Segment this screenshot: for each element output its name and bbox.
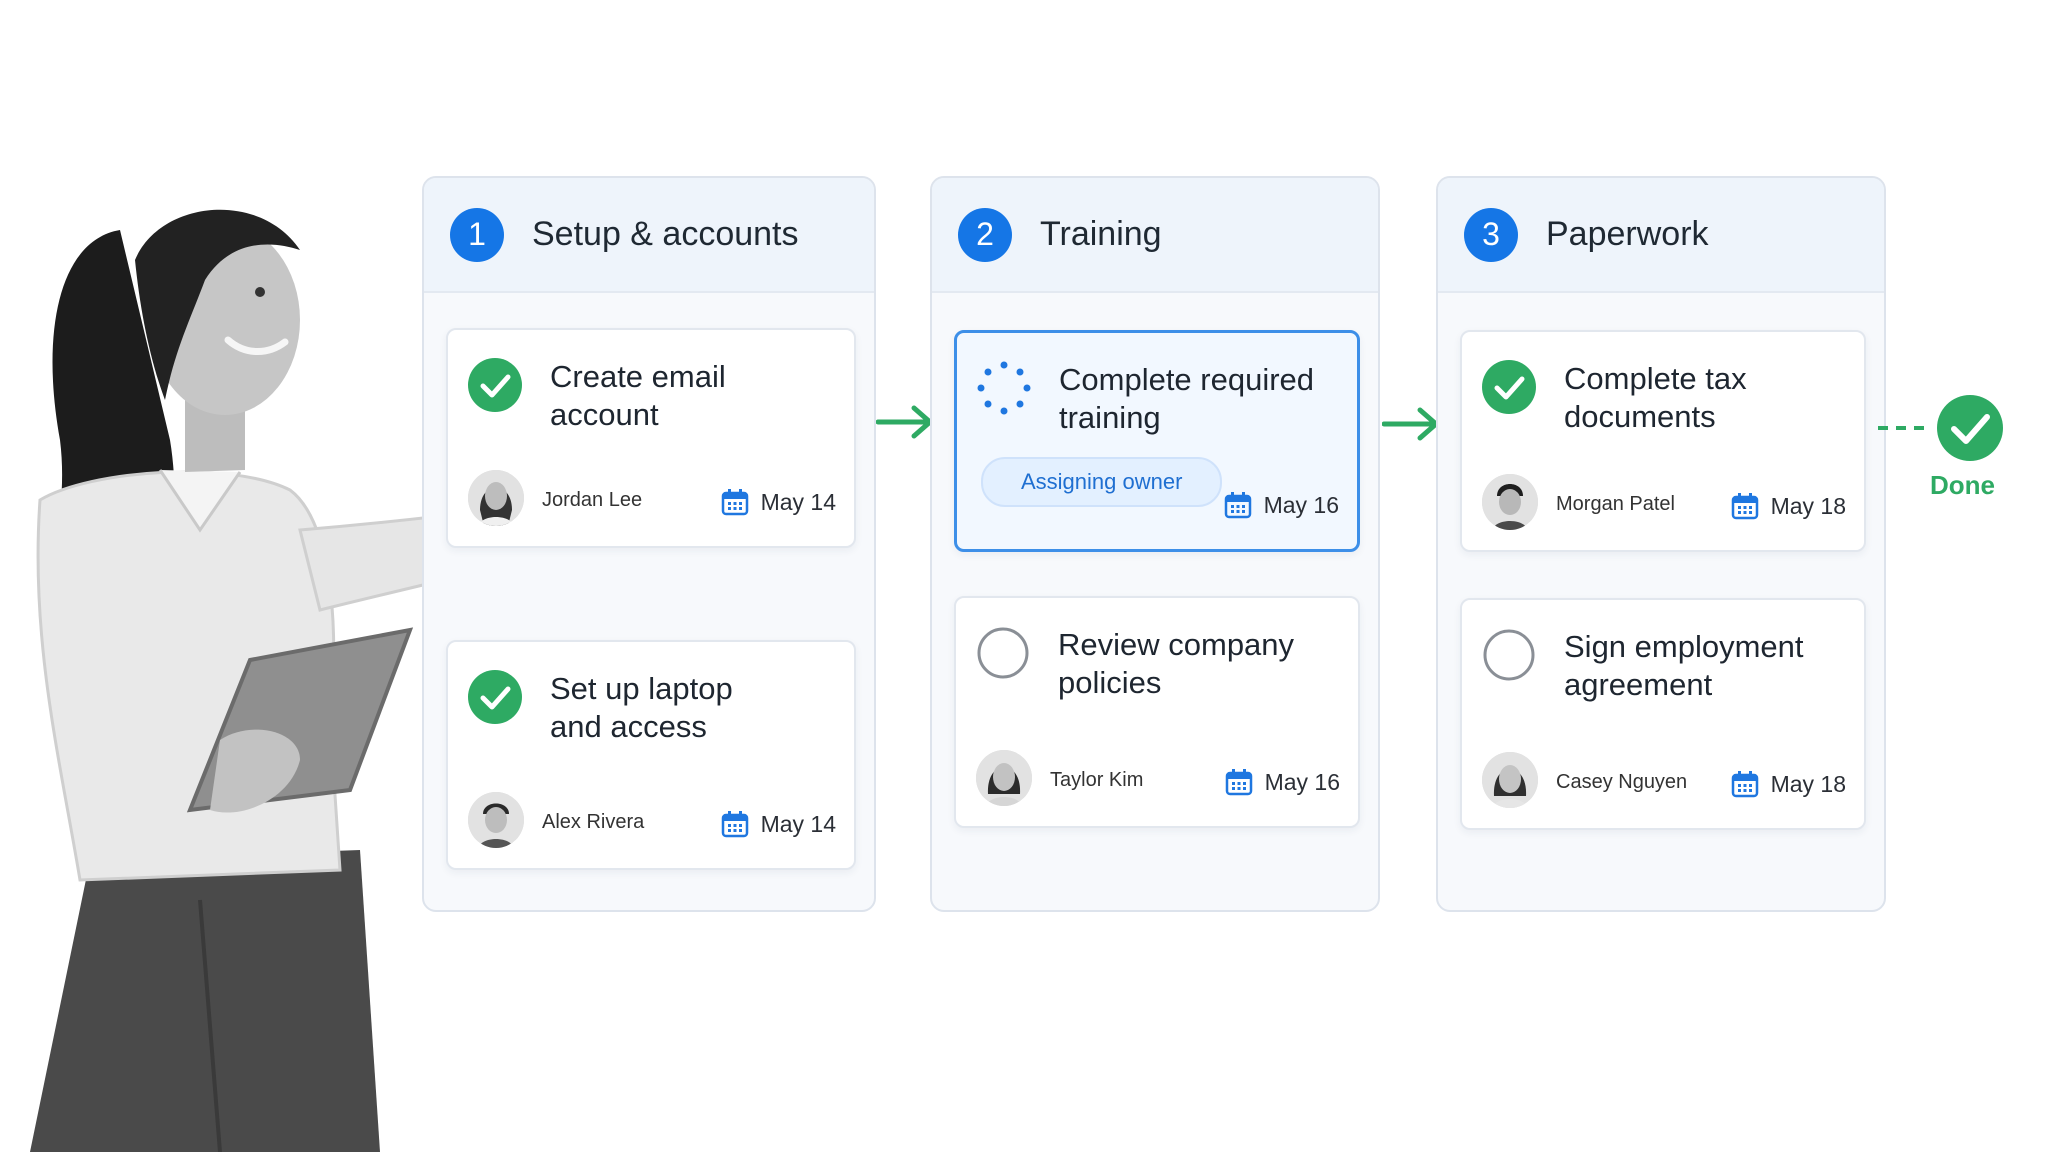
task-card-review-policies[interactable]: Review company policies Taylor Kim May 1… — [954, 596, 1360, 828]
due-date-text: May 18 — [1770, 492, 1846, 519]
check-circle-icon[interactable] — [1482, 360, 1536, 414]
due-date: May 14 — [721, 810, 836, 838]
due-date-text: May 14 — [760, 810, 836, 837]
due-date: May 16 — [1225, 768, 1340, 796]
task-card-employment-agreement[interactable]: Sign employment agreement Casey Nguyen M… — [1460, 598, 1866, 830]
avatar — [468, 792, 524, 848]
task-card-setup-laptop[interactable]: Set up laptop and access Alex Rivera May… — [446, 640, 856, 870]
avatar — [468, 470, 524, 526]
column-title: Setup & accounts — [532, 215, 799, 253]
due-date: May 18 — [1731, 492, 1846, 520]
step-number-badge: 3 — [1464, 207, 1518, 262]
due-date: May 18 — [1731, 770, 1846, 798]
step-number-badge: 1 — [450, 207, 504, 262]
calendar-icon — [1225, 769, 1252, 796]
calendar-icon — [721, 811, 748, 838]
task-title: Sign employment agreement — [1564, 629, 1804, 702]
avatar — [1482, 752, 1538, 808]
column-title: Paperwork — [1546, 215, 1709, 253]
column-setup-accounts: 1 Setup & accounts Create email account … — [422, 176, 876, 912]
column-title: Training — [1040, 215, 1162, 253]
calendar-icon — [721, 489, 748, 516]
calendar-icon — [1731, 493, 1758, 520]
task-title: Complete required training — [1059, 362, 1315, 435]
task-title: Create email account — [550, 359, 726, 432]
assignee-name: Taylor Kim — [1050, 769, 1144, 791]
column-header: 1 Setup & accounts — [424, 178, 874, 293]
avatar — [976, 750, 1032, 806]
column-training: 2 Training Complete required training As… — [930, 176, 1380, 912]
column-header: 2 Training — [932, 178, 1378, 293]
due-date-text: May 14 — [760, 488, 836, 515]
task-title: Set up laptop and access — [550, 671, 733, 744]
assignee-name: Casey Nguyen — [1556, 771, 1688, 793]
task-card-tax-documents[interactable]: Complete tax documents Morgan Patel May … — [1460, 330, 1866, 552]
due-date: May 14 — [721, 488, 836, 516]
done-indicator — [1878, 395, 2003, 461]
task-title: Review company policies — [1058, 627, 1295, 700]
check-circle-icon[interactable] — [468, 358, 522, 412]
spinner-icon — [977, 361, 1031, 415]
assignee-name: Morgan Patel — [1556, 493, 1675, 515]
due-date-text: May 16 — [1264, 768, 1340, 795]
arrow-right-icon — [1382, 407, 1439, 441]
due-date-text: May 16 — [1263, 491, 1339, 518]
calendar-icon — [1224, 492, 1251, 519]
task-title: Complete tax documents — [1564, 361, 1747, 434]
assignee-name: Alex Rivera — [542, 811, 645, 833]
done-label: Done — [1930, 470, 1995, 500]
empty-circle-icon[interactable] — [1482, 628, 1536, 682]
empty-circle-icon[interactable] — [976, 626, 1030, 680]
task-card-create-email[interactable]: Create email account Jordan Lee May 14 — [446, 328, 856, 548]
assignee-name: Jordan Lee — [542, 489, 643, 511]
task-card-complete-training[interactable]: Complete required training Assigning own… — [954, 330, 1360, 552]
arrow-right-icon — [876, 405, 933, 439]
step-number-badge: 2 — [958, 207, 1012, 262]
column-header: 3 Paperwork — [1438, 178, 1884, 293]
assigning-owner-pill[interactable]: Assigning owner — [981, 457, 1223, 507]
avatar — [1482, 474, 1538, 530]
check-circle-icon[interactable] — [468, 670, 522, 724]
due-date: May 16 — [1224, 491, 1339, 519]
calendar-icon — [1731, 771, 1758, 798]
due-date-text: May 18 — [1770, 770, 1846, 797]
column-paperwork: 3 Paperwork Complete tax documents Morga… — [1436, 176, 1886, 912]
